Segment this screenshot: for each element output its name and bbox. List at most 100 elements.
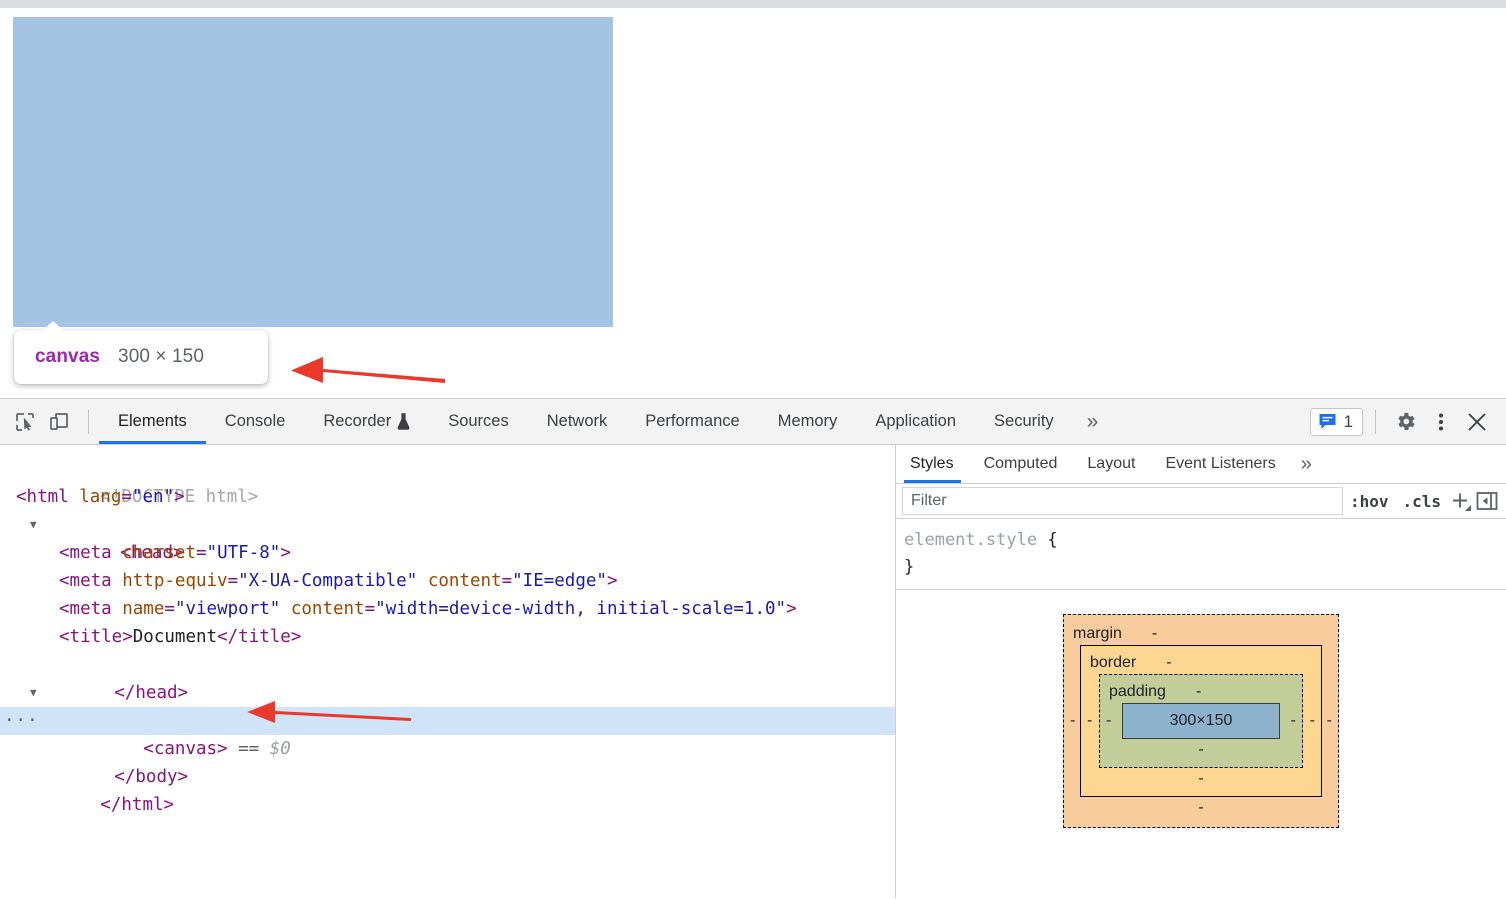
- tab-event-listeners[interactable]: Event Listeners: [1150, 445, 1290, 483]
- body-twisty-icon[interactable]: ▼: [30, 679, 37, 707]
- box-model-content[interactable]: 300×150: [1122, 703, 1280, 739]
- box-model-border[interactable]: border - - - padding - - - 300×150 - -: [1080, 645, 1322, 797]
- html-lang-attr-value: "en": [131, 487, 175, 507]
- html-close-tag: </html>: [100, 795, 175, 815]
- toolbar-divider: [88, 410, 89, 434]
- title-text: Document: [132, 627, 218, 647]
- meta-compat-content-name: content: [427, 571, 502, 591]
- gear-icon[interactable]: [1388, 410, 1422, 433]
- inspect-element-icon[interactable]: [8, 399, 42, 444]
- flask-icon: [397, 413, 410, 430]
- box-model-border-label: border: [1090, 654, 1137, 671]
- more-options-icon[interactable]: [1424, 411, 1458, 433]
- devtools-panes: <!DOCTYPE html> <html lang="en"> ▼ <head>…: [0, 445, 1506, 898]
- html-open-tag: <html: [16, 487, 69, 507]
- title-open-tag: <title>: [59, 627, 133, 647]
- browser-chrome-strip: [0, 0, 1506, 8]
- styles-more-tabs-label: »: [1300, 452, 1312, 475]
- tooltip-tag-name: canvas: [35, 346, 101, 367]
- issues-message-icon: [1319, 414, 1336, 429]
- force-state-button[interactable]: :hov: [1343, 492, 1396, 511]
- styles-tab-list: Styles Computed Layout Event Listeners »: [896, 445, 1506, 484]
- tab-event-listeners-label: Event Listeners: [1165, 455, 1276, 472]
- styles-more-tabs-button[interactable]: »: [1291, 445, 1322, 483]
- dom-row-canvas[interactable]: ··· <canvas> == $0: [0, 707, 895, 759]
- dom-row-title[interactable]: <title>Document</title>: [0, 623, 895, 651]
- element-classes-button[interactable]: .cls: [1395, 492, 1448, 511]
- box-model-margin-bottom[interactable]: -: [1064, 797, 1338, 819]
- tab-computed-label: Computed: [983, 455, 1058, 472]
- add-style-rule-icon[interactable]: [1448, 488, 1474, 514]
- close-icon[interactable]: [1460, 411, 1494, 433]
- box-model-margin[interactable]: margin - - - border - - - padding - - - …: [1063, 614, 1339, 828]
- tab-styles-label: Styles: [910, 455, 954, 472]
- meta-charset-tag: <meta: [59, 543, 112, 563]
- dom-row-doctype[interactable]: <!DOCTYPE html>: [0, 455, 895, 507]
- box-model-border-right[interactable]: -: [1310, 712, 1315, 730]
- issues-count: 1: [1343, 411, 1353, 431]
- box-model-border-bottom[interactable]: -: [1081, 768, 1321, 790]
- dom-row-meta-charset[interactable]: <meta charset="UTF-8">: [0, 539, 895, 567]
- box-model-border-top[interactable]: -: [1166, 654, 1171, 672]
- tab-sources[interactable]: Sources: [429, 399, 528, 444]
- element-style-open-brace: {: [1047, 530, 1058, 550]
- dom-row-body-open[interactable]: ▼<body>: [0, 679, 895, 731]
- tab-performance[interactable]: Performance: [626, 399, 758, 444]
- meta-compat-attr-name: http-equiv: [122, 571, 228, 591]
- dom-tree-pane[interactable]: <!DOCTYPE html> <html lang="en"> ▼ <head>…: [0, 445, 895, 898]
- canvas-ellipsis-marker[interactable]: ···: [4, 707, 39, 735]
- annotation-arrow-to-tooltip: [291, 357, 445, 383]
- tab-application[interactable]: Application: [856, 399, 975, 444]
- tab-console[interactable]: Console: [206, 399, 305, 444]
- element-inspect-tooltip: canvas 300 × 150: [14, 321, 268, 384]
- element-style-selector[interactable]: element.style: [904, 530, 1037, 550]
- devtools-panel: Elements Console Recorder Sources Networ…: [0, 398, 1506, 899]
- more-tabs-button[interactable]: »: [1073, 399, 1113, 444]
- meta-compat-gt: >: [606, 571, 618, 591]
- element-style-close-brace: }: [904, 557, 915, 577]
- meta-charset-attr-name: charset: [122, 543, 196, 563]
- styles-filter-input[interactable]: [902, 487, 1343, 515]
- dom-row-html-open[interactable]: <html lang="en">: [0, 483, 895, 511]
- head-twisty-icon[interactable]: ▼: [30, 511, 37, 539]
- meta-viewport-attr-value: "viewport": [174, 599, 281, 619]
- tab-computed[interactable]: Computed: [969, 445, 1073, 483]
- box-model-margin-right[interactable]: -: [1327, 712, 1332, 730]
- canvas-element[interactable]: [13, 17, 613, 327]
- tab-recorder[interactable]: Recorder: [304, 399, 429, 444]
- tab-network[interactable]: Network: [528, 399, 627, 444]
- dom-row-head-open[interactable]: ▼ <head>: [0, 511, 895, 563]
- tooltip-dimensions: 300 × 150: [118, 346, 205, 367]
- device-toolbar-icon[interactable]: [42, 399, 76, 444]
- dom-row-html-close[interactable]: </html>: [0, 763, 895, 815]
- box-model-margin-top[interactable]: -: [1152, 625, 1157, 643]
- dom-row-body-close[interactable]: </body>: [0, 735, 895, 787]
- tab-layout[interactable]: Layout: [1072, 445, 1150, 483]
- dom-row-meta-compat[interactable]: <meta http-equiv="X-UA-Compatible" conte…: [0, 567, 895, 595]
- tab-elements[interactable]: Elements: [99, 399, 206, 444]
- box-model-border-left[interactable]: -: [1087, 712, 1092, 730]
- tab-memory[interactable]: Memory: [759, 399, 857, 444]
- box-model-padding-left[interactable]: -: [1106, 712, 1111, 730]
- element-style-rule[interactable]: element.style { }: [896, 519, 1506, 590]
- box-model-padding-right[interactable]: -: [1291, 712, 1296, 730]
- tab-elements-label: Elements: [118, 412, 187, 430]
- dom-row-head-close[interactable]: </head>: [0, 651, 895, 703]
- tab-styles[interactable]: Styles: [896, 445, 969, 483]
- tab-security[interactable]: Security: [975, 399, 1073, 444]
- box-model-padding-bottom[interactable]: -: [1100, 739, 1302, 761]
- issues-button[interactable]: 1: [1309, 407, 1363, 436]
- box-model-diagram: margin - - - border - - - padding - - - …: [896, 590, 1506, 828]
- toggle-sidebar-icon[interactable]: [1474, 488, 1500, 514]
- box-model-padding-top[interactable]: -: [1196, 683, 1201, 701]
- title-close-tag: </title>: [217, 627, 302, 647]
- tab-sources-label: Sources: [448, 412, 509, 430]
- annotation-arrow-to-dom-row: [247, 701, 411, 723]
- devtools-toolbar: Elements Console Recorder Sources Networ…: [0, 399, 1506, 445]
- dom-row-meta-viewport[interactable]: <meta name="viewport" content="width=dev…: [0, 595, 895, 623]
- tab-performance-label: Performance: [645, 412, 740, 430]
- box-model-padding[interactable]: padding - - - 300×150 -: [1099, 674, 1303, 768]
- box-model-margin-left[interactable]: -: [1070, 712, 1075, 730]
- tab-layout-label: Layout: [1087, 455, 1136, 472]
- tab-application-label: Application: [875, 412, 957, 430]
